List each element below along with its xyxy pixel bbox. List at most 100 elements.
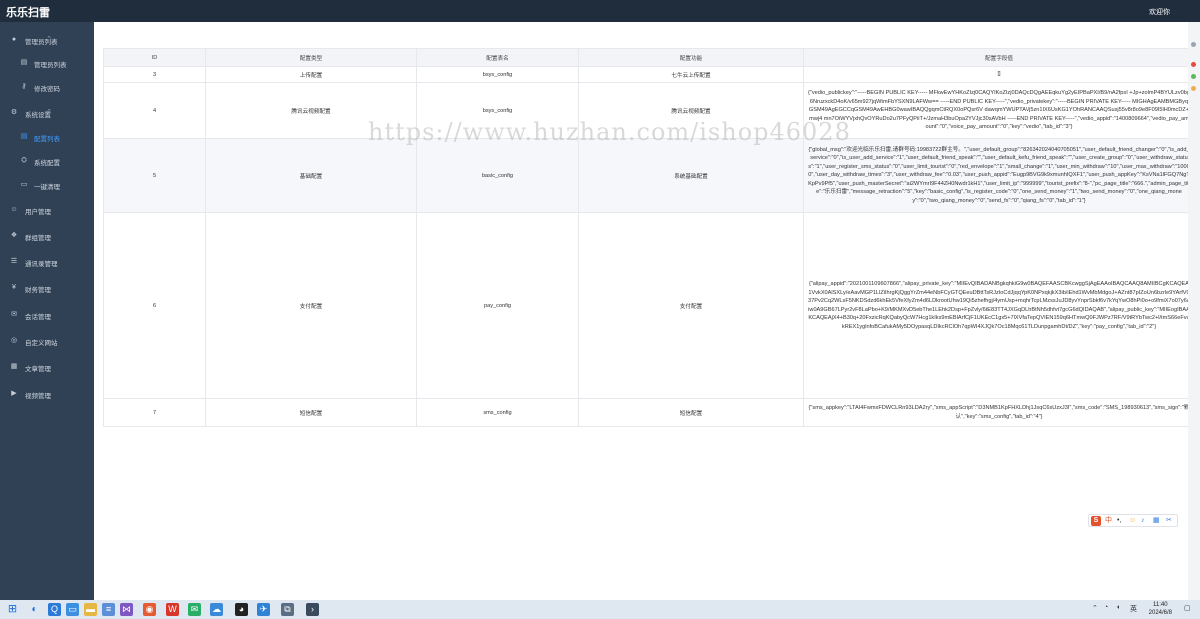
sidebar-item-users[interactable]: ☺ 用户管理 ⌄ bbox=[0, 202, 94, 218]
tray-up-icon[interactable]: ⌃ bbox=[1092, 604, 1098, 612]
sidebar-item-finance[interactable]: ¥ 财务管理 ⌄ bbox=[0, 280, 94, 296]
chevron-down-icon: ⌄ bbox=[46, 284, 52, 291]
clean-icon: ▭ bbox=[20, 181, 28, 188]
ime-punct-icon[interactable]: •, bbox=[1117, 516, 1121, 526]
sogou-logo-icon: S bbox=[1091, 516, 1101, 526]
volume-icon[interactable]: ◖ bbox=[1116, 604, 1120, 611]
ime-emoji-icon[interactable]: ☺ bbox=[1129, 516, 1136, 526]
cell-id: 6 bbox=[103, 212, 206, 399]
cell-type: 支付配置 bbox=[205, 212, 417, 399]
sidebar-item-article[interactable]: ▦ 文章管理 ⌄ bbox=[0, 359, 94, 375]
finance-icon: ¥ bbox=[12, 284, 16, 291]
cell-table: basic_config bbox=[416, 138, 579, 213]
side-app-icon[interactable] bbox=[1191, 42, 1196, 47]
cell-type: 基础配置 bbox=[205, 138, 417, 213]
sidebar-item-label: 配置列表 bbox=[34, 136, 60, 143]
chevron-down-icon: ⌄ bbox=[46, 258, 52, 265]
clock[interactable]: 11:40 2024/6/8 bbox=[1149, 602, 1172, 617]
sidebar-item-settings[interactable]: ⛭ 系统配置 bbox=[0, 153, 94, 169]
side-app-icon[interactable] bbox=[1191, 62, 1196, 67]
sidebar-item-key[interactable]: ⚷ 修改密码 bbox=[0, 79, 94, 95]
qq-icon[interactable]: ◕ bbox=[235, 603, 248, 616]
cell-func: 系统基础配置 bbox=[578, 138, 804, 213]
cell-value: {"global_msg":"欢迎光临乐乐扫雷,请群号码:19983722群主号… bbox=[803, 138, 1195, 213]
welcome-text[interactable]: 欢迎你 bbox=[1149, 7, 1170, 17]
sidebar-item-gear[interactable]: ⚙ 系统设置 ⌃ bbox=[0, 105, 94, 121]
sidebar-item-chat[interactable]: ✉ 会话管理 ⌄ bbox=[0, 307, 94, 323]
sidebar: ● 管理员列表 ⌃ ▤ 管理员列表 ⚷ 修改密码 ⚙ 系统设置 ⌃ ▤ 配置列表 ⛭ 系统配置 ▭ 一键清理 ☺… bbox=[0, 22, 94, 600]
list-icon: ▤ bbox=[20, 59, 28, 66]
ime-skin-icon[interactable]: ✂ bbox=[1166, 516, 1172, 526]
group-icon: ❖ bbox=[10, 232, 18, 239]
chevron-down-icon: ⌄ bbox=[46, 232, 52, 239]
terminal-icon[interactable]: › bbox=[306, 603, 319, 616]
windows-start-icon[interactable]: ⊞ bbox=[6, 603, 19, 616]
sidebar-item-list[interactable]: ▤ 配置列表 bbox=[0, 129, 94, 145]
folder-icon[interactable]: ▬ bbox=[84, 603, 97, 616]
app-icon[interactable]: ≡ bbox=[102, 603, 115, 616]
browser-side-strip bbox=[1188, 22, 1200, 600]
sidebar-item-label: 自定义网站 bbox=[25, 340, 58, 347]
table-row[interactable]: 7 短信配置 sms_config 短信配置 {"sms_appkey":"LT… bbox=[103, 398, 1195, 427]
chevron-down-icon: ⌄ bbox=[46, 390, 52, 397]
chevron-down-icon: ⌄ bbox=[46, 311, 52, 318]
sidebar-item-label: 通讯录管理 bbox=[25, 261, 58, 268]
ime-lang-icon[interactable]: 中 bbox=[1105, 516, 1112, 526]
chevron-up-icon: ⌃ bbox=[46, 36, 52, 43]
sidebar-item-label: 修改密码 bbox=[34, 86, 60, 93]
browser-icon[interactable]: Q bbox=[48, 603, 61, 616]
sidebar-item-clean[interactable]: ▭ 一键清理 bbox=[0, 177, 94, 193]
cell-table: bsys_config bbox=[416, 66, 579, 83]
media-icon[interactable]: ⧉ bbox=[281, 603, 294, 616]
sidebar-item-label: 系统配置 bbox=[34, 160, 60, 167]
table-row[interactable]: 5 基础配置 basic_config 系统基础配置 {"global_msg"… bbox=[103, 138, 1195, 213]
search-icon[interactable]: ◐ bbox=[28, 603, 41, 616]
wechat-icon[interactable]: ✉ bbox=[188, 603, 201, 616]
cell-table: pay_config bbox=[416, 212, 579, 399]
settings-icon: ⛭ bbox=[21, 157, 27, 164]
cell-func: 短信配置 bbox=[578, 398, 804, 427]
ime-keyboard-icon[interactable]: ▦ bbox=[1153, 516, 1160, 526]
app-brand: 乐乐扫雷 bbox=[6, 7, 50, 19]
sidebar-item-globe[interactable]: ◎ 自定义网站 ⌄ bbox=[0, 333, 94, 349]
notification-icon[interactable]: ▢ bbox=[1184, 604, 1191, 612]
explorer-icon[interactable]: ▭ bbox=[66, 603, 79, 616]
contacts-icon: ☰ bbox=[10, 258, 18, 265]
cell-value: {"vedio_publickey":"-----BEGIN PUBLIC KE… bbox=[803, 82, 1195, 139]
cell-id: 7 bbox=[103, 398, 206, 427]
sidebar-item-list[interactable]: ▤ 管理员列表 bbox=[0, 55, 94, 71]
chrome-icon[interactable]: ◉ bbox=[143, 603, 156, 616]
chevron-down-icon: ⌄ bbox=[46, 363, 52, 370]
table-header-row: ID 配置类型 配置表名 配置功能 配置字段值 bbox=[103, 48, 1195, 67]
mail-icon[interactable]: ✈ bbox=[257, 603, 270, 616]
sidebar-item-video[interactable]: ▶ 视频管理 ⌄ bbox=[0, 386, 94, 402]
ime-tray-icon[interactable]: 英 bbox=[1130, 604, 1137, 614]
sidebar-item-contacts[interactable]: ☰ 通讯录管理 ⌄ bbox=[0, 254, 94, 270]
side-app-icon[interactable] bbox=[1191, 86, 1196, 91]
cell-id: 5 bbox=[103, 138, 206, 213]
table-row[interactable]: 6 支付配置 pay_config 支付配置 {"alipay_appid":"… bbox=[103, 212, 1195, 399]
users-icon: ☺ bbox=[10, 206, 18, 213]
main-content: ID 配置类型 配置表名 配置功能 配置字段值 3 上传配置 bsys_conf… bbox=[94, 22, 1200, 600]
ime-mic-icon[interactable]: ♪ bbox=[1141, 516, 1145, 526]
wps-icon[interactable]: W bbox=[166, 603, 179, 616]
side-app-icon[interactable] bbox=[1191, 74, 1196, 79]
table-row[interactable]: 3 上传配置 bsys_config 七牛云上传配置 [] bbox=[103, 66, 1195, 83]
chat-icon: ✉ bbox=[11, 311, 17, 318]
sidebar-item-label: 一键清理 bbox=[34, 184, 60, 191]
chat-app-icon[interactable]: ☁ bbox=[210, 603, 223, 616]
sidebar-item-group[interactable]: ❖ 群组管理 ⌄ bbox=[0, 228, 94, 244]
cell-table: sms_config bbox=[416, 398, 579, 427]
cell-id: 3 bbox=[103, 66, 206, 83]
sidebar-item-user[interactable]: ● 管理员列表 ⌃ bbox=[0, 32, 94, 48]
chevron-down-icon: ⌄ bbox=[46, 337, 52, 344]
ime-toolbar[interactable]: S 中 •, ☺ ♪ ▦ ✂ bbox=[1088, 514, 1178, 527]
config-table: ID 配置类型 配置表名 配置功能 配置字段值 3 上传配置 bsys_conf… bbox=[103, 48, 1195, 427]
list-icon: ▤ bbox=[20, 133, 28, 140]
header-func: 配置功能 bbox=[578, 48, 804, 67]
top-bar: 乐乐扫雷 欢迎你 bbox=[0, 0, 1200, 22]
cell-value: {"alipay_appid":"2021001109607866","alip… bbox=[803, 212, 1195, 399]
network-icon[interactable]: ◔ bbox=[1104, 604, 1108, 611]
vscode-icon[interactable]: ⋈ bbox=[120, 603, 133, 616]
header-id: ID bbox=[103, 48, 206, 67]
